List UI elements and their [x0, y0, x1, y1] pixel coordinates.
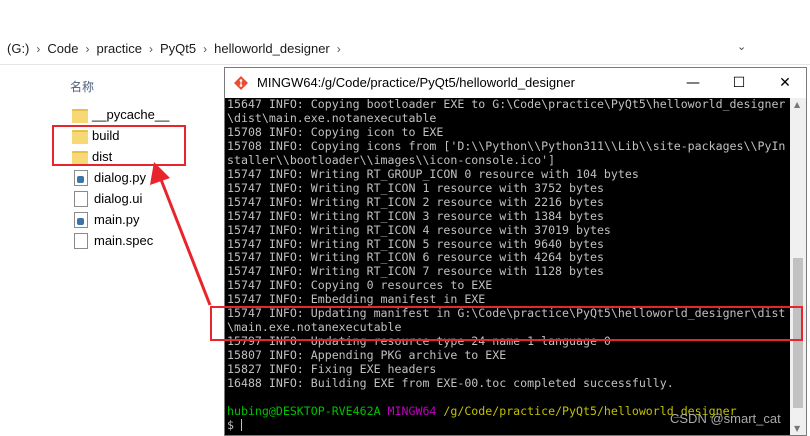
terminal-line: 15647 INFO: Copying bootloader EXE to G:…: [227, 98, 786, 111]
terminal-line: 15807 INFO: Appending PKG archive to EXE: [227, 348, 507, 363]
git-logo-icon: [234, 76, 248, 90]
file-name: dialog.py: [94, 170, 147, 185]
file-name: main.spec: [94, 233, 154, 248]
file-name: __pycache__: [92, 107, 170, 122]
close-button[interactable]: ✕: [762, 68, 808, 98]
terminal-line: \dist\main.exe.notanexecutable: [227, 110, 437, 125]
terminal-scrollbar[interactable]: ▲ ▼: [790, 98, 806, 435]
file-item[interactable]: main.py: [72, 209, 169, 230]
folder-icon: [72, 108, 88, 123]
terminal-line: 15747 INFO: Writing RT_ICON 4 resource w…: [227, 222, 611, 237]
prompt-symbol: $: [227, 417, 241, 432]
chevron-right-icon[interactable]: ›: [337, 42, 341, 56]
terminal-line: 15747 INFO: Writing RT_ICON 7 resource w…: [227, 264, 604, 279]
terminal-line: staller\\bootloader\\images\\icon-consol…: [227, 152, 556, 167]
terminal-line: 15747 INFO: Writing RT_GROUP_ICON 0 reso…: [227, 166, 639, 181]
file-item[interactable]: dialog.ui: [72, 188, 169, 209]
column-header-name[interactable]: 名称: [70, 78, 94, 95]
breadcrumb-item[interactable]: Code: [40, 41, 85, 56]
prompt-user: hubing@DESKTOP-RVE462A: [227, 403, 381, 418]
terminal-titlebar[interactable]: MINGW64:/g/Code/practice/PyQt5/helloworl…: [225, 68, 806, 98]
text-cursor: [240, 419, 242, 432]
terminal-line: 15747 INFO: Writing RT_ICON 6 resource w…: [227, 250, 604, 265]
terminal-line: 15747 INFO: Writing RT_ICON 2 resource w…: [227, 194, 604, 209]
highlight-box-folders: [52, 125, 186, 166]
terminal-line: 15708 INFO: Copying icon to EXE: [227, 124, 444, 139]
file-item[interactable]: dialog.py: [72, 167, 169, 188]
watermark: CSDN @smart_cat: [670, 411, 781, 426]
terminal-line: 15747 INFO: Writing RT_ICON 5 resource w…: [227, 236, 604, 251]
file-name: main.py: [94, 212, 140, 227]
terminal-output[interactable]: 15647 INFO: Copying bootloader EXE to G:…: [226, 98, 788, 435]
prompt-host: MINGW64: [380, 403, 437, 418]
python-file-icon: [74, 169, 88, 186]
breadcrumb-item[interactable]: helloworld_designer: [207, 41, 337, 56]
terminal-line: 15708 INFO: Copying icons from ['D:\\Pyt…: [227, 138, 786, 153]
chevron-down-icon[interactable]: ⌄: [737, 40, 746, 53]
highlight-box-manifest: [210, 306, 803, 341]
breadcrumb-item[interactable]: (G:): [0, 41, 36, 56]
terminal-line: 15747 INFO: Writing RT_ICON 1 resource w…: [227, 180, 604, 195]
terminal-line: 15747 INFO: Copying 0 resources to EXE: [227, 278, 493, 293]
scroll-down-icon[interactable]: ▼: [794, 424, 800, 433]
maximize-button[interactable]: ☐: [716, 68, 762, 98]
terminal-line: 15827 INFO: Fixing EXE headers: [227, 362, 437, 377]
file-item[interactable]: __pycache__: [72, 104, 169, 125]
file-icon: [74, 232, 88, 249]
terminal-title: MINGW64:/g/Code/practice/PyQt5/helloworl…: [257, 75, 575, 90]
breadcrumb-item[interactable]: PyQt5: [153, 41, 203, 56]
terminal-line: 15747 INFO: Writing RT_ICON 3 resource w…: [227, 208, 604, 223]
address-bar[interactable]: (G:) › Code › practice › PyQt5 › helloworld_desi…: [0, 34, 810, 65]
terminal-window[interactable]: MINGW64:/g/Code/practice/PyQt5/helloworl…: [224, 67, 807, 436]
python-file-icon: [74, 211, 88, 228]
breadcrumb-item[interactable]: practice: [89, 41, 149, 56]
file-item[interactable]: main.spec: [72, 230, 169, 251]
breadcrumb[interactable]: (G:) › Code › practice › PyQt5 › helloworld_desi…: [0, 34, 760, 63]
minimize-button[interactable]: —: [670, 68, 716, 98]
file-icon: [74, 190, 88, 207]
file-name: dialog.ui: [94, 191, 143, 206]
scroll-up-icon[interactable]: ▲: [794, 100, 800, 109]
terminal-line: 16488 INFO: Building EXE from EXE-00.toc…: [227, 376, 674, 391]
explorer-toolbar: [0, 0, 810, 34]
